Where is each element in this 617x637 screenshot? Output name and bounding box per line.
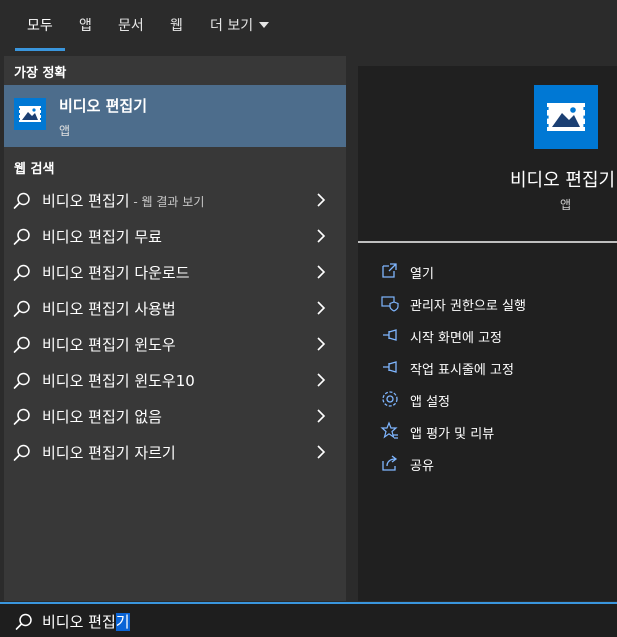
action-label: 공유 bbox=[410, 459, 434, 474]
pin-icon bbox=[383, 361, 397, 373]
search-icon bbox=[13, 336, 30, 353]
web-search-suffix: - 웹 결과 보기 bbox=[129, 195, 205, 209]
action-item[interactable]: 열기 bbox=[358, 257, 617, 287]
search-icon bbox=[13, 192, 30, 209]
video-editor-app-icon bbox=[14, 98, 46, 130]
detail-app-type: 앱 bbox=[560, 198, 572, 212]
search-filter-tabs: 모두 앱 문서 웹 더 보기 bbox=[0, 0, 617, 52]
best-match-heading: 가장 정확 bbox=[14, 66, 67, 81]
search-icon bbox=[13, 372, 30, 389]
action-item[interactable]: 앱 평가 및 리뷰 bbox=[358, 417, 617, 447]
best-match-name: 비디오 편집기 bbox=[59, 97, 148, 115]
action-label: 관리자 권한으로 실행 bbox=[410, 299, 526, 314]
best-match-type: 앱 bbox=[59, 124, 71, 138]
web-search-label: 비디오 편집기 - 웹 결과 보기 bbox=[42, 190, 204, 211]
web-search-item[interactable]: 비디오 편집기 무료 bbox=[4, 218, 346, 254]
web-search-label: 비디오 편집기 사용법 bbox=[42, 298, 176, 319]
web-search-query: 비디오 편집기 무료 bbox=[42, 228, 162, 246]
star-icon bbox=[380, 421, 398, 439]
web-search-query: 비디오 편집기 없음 bbox=[42, 408, 162, 426]
admin-shield-icon bbox=[381, 296, 399, 312]
action-item[interactable]: 작업 표시줄에 고정 bbox=[358, 353, 617, 383]
action-item[interactable]: 공유 bbox=[358, 449, 617, 479]
web-search-label: 비디오 편집기 무료 bbox=[42, 226, 162, 247]
search-icon bbox=[15, 613, 32, 630]
search-input[interactable]: 비디오 편집기 bbox=[42, 611, 130, 632]
chevron-right-icon bbox=[317, 337, 326, 351]
detail-app-name: 비디오 편집기 bbox=[510, 170, 616, 191]
web-search-label: 비디오 편집기 윈도우 bbox=[42, 334, 176, 355]
chevron-right-icon bbox=[317, 445, 326, 459]
gear-icon bbox=[382, 391, 398, 407]
web-search-item[interactable]: 비디오 편집기 - 웹 결과 보기 bbox=[4, 182, 346, 218]
action-item[interactable]: 시작 화면에 고정 bbox=[358, 321, 617, 351]
detail-divider bbox=[358, 241, 617, 243]
chevron-right-icon bbox=[317, 301, 326, 315]
chevron-right-icon bbox=[317, 409, 326, 423]
search-icon bbox=[13, 444, 30, 461]
web-search-label: 비디오 편집기 윈도우10 bbox=[42, 370, 195, 391]
web-search-query: 비디오 편집기 사용법 bbox=[42, 300, 176, 318]
action-item[interactable]: 앱 설정 bbox=[358, 385, 617, 415]
web-search-item[interactable]: 비디오 편집기 없음 bbox=[4, 398, 346, 434]
web-search-item[interactable]: 비디오 편집기 다운로드 bbox=[4, 254, 346, 290]
tab-more-label: 더 보기 bbox=[210, 18, 254, 34]
results-panel: 가장 정확 비디오 편집기 앱 웹 검색 비디오 편집기 - 웹 결과 보기 비디… bbox=[4, 56, 346, 601]
web-search-label: 비디오 편집기 다운로드 bbox=[42, 262, 190, 283]
action-item[interactable]: 관리자 권한으로 실행 bbox=[358, 289, 617, 319]
web-search-heading: 웹 검색 bbox=[14, 162, 55, 177]
open-icon bbox=[382, 263, 397, 278]
active-tab-indicator bbox=[15, 48, 65, 51]
search-bar[interactable]: 비디오 편집기 bbox=[0, 602, 617, 637]
pin-icon bbox=[383, 329, 397, 341]
search-icon bbox=[13, 264, 30, 281]
action-label: 앱 설정 bbox=[410, 395, 451, 410]
chevron-right-icon bbox=[317, 193, 326, 207]
search-icon bbox=[13, 408, 30, 425]
web-search-item[interactable]: 비디오 편집기 자르기 bbox=[4, 434, 346, 470]
video-editor-large-icon bbox=[534, 85, 598, 149]
search-query-selected: 기 bbox=[115, 613, 130, 631]
chevron-right-icon bbox=[317, 265, 326, 279]
tab-all[interactable]: 모두 bbox=[27, 0, 53, 52]
action-label: 작업 표시줄에 고정 bbox=[410, 363, 514, 378]
web-search-query: 비디오 편집기 윈도우 bbox=[42, 336, 176, 354]
web-search-item[interactable]: 비디오 편집기 윈도우 bbox=[4, 326, 346, 362]
action-label: 시작 화면에 고정 bbox=[410, 331, 502, 346]
best-match-item[interactable]: 비디오 편집기 앱 bbox=[4, 85, 346, 147]
web-search-query: 비디오 편집기 bbox=[42, 192, 130, 210]
chevron-right-icon bbox=[317, 229, 326, 243]
search-query-text: 비디오 편집 bbox=[42, 613, 116, 631]
tab-apps[interactable]: 앱 bbox=[79, 0, 92, 52]
web-search-label: 비디오 편집기 없음 bbox=[42, 406, 162, 427]
chevron-down-icon bbox=[259, 22, 270, 28]
web-search-query: 비디오 편집기 자르기 bbox=[42, 444, 176, 462]
share-icon bbox=[382, 455, 398, 471]
tab-web[interactable]: 웹 bbox=[170, 0, 183, 52]
web-search-item[interactable]: 비디오 편집기 사용법 bbox=[4, 290, 346, 326]
web-search-query: 비디오 편집기 다운로드 bbox=[42, 264, 190, 282]
search-icon bbox=[13, 300, 30, 317]
action-label: 앱 평가 및 리뷰 bbox=[410, 427, 495, 442]
web-search-item[interactable]: 비디오 편집기 윈도우10 bbox=[4, 362, 346, 398]
tab-documents[interactable]: 문서 bbox=[118, 0, 144, 52]
detail-panel: 비디오 편집기 앱 열기관리자 권한으로 실행시작 화면에 고정작업 표시줄에 … bbox=[358, 66, 617, 601]
search-icon bbox=[13, 228, 30, 245]
tab-more[interactable]: 더 보기 bbox=[210, 0, 270, 52]
action-label: 열기 bbox=[410, 267, 434, 282]
web-search-label: 비디오 편집기 자르기 bbox=[42, 442, 176, 463]
web-search-query: 비디오 편집기 윈도우10 bbox=[42, 372, 195, 390]
chevron-right-icon bbox=[317, 373, 326, 387]
